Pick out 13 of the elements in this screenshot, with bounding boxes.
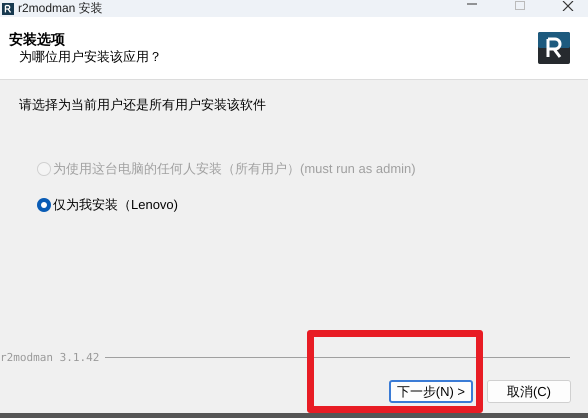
header-title: 安装选项 — [9, 30, 66, 48]
cancel-button[interactable]: 取消(C) — [487, 380, 571, 403]
close-icon[interactable] — [562, 1, 574, 11]
next-button[interactable]: 下一步(N) > — [388, 380, 473, 403]
radio-label: 为使用这台电脑的任何人安装（所有用户）(must run as admin) — [53, 160, 416, 178]
app-logo-icon — [538, 32, 570, 64]
radio-button[interactable] — [37, 198, 51, 212]
app-logo-icon — [2, 2, 14, 14]
header-subtitle: 为哪位用户安装该应用？ — [18, 48, 162, 66]
instruction-text: 请选择为当前用户还是所有用户安装该软件 — [19, 96, 267, 114]
radio-label: 仅为我安装（Lenovo) — [53, 196, 178, 214]
version-label: r2modman 3.1.42 — [0, 350, 100, 366]
window-title: r2modman 安装 — [18, 1, 103, 16]
